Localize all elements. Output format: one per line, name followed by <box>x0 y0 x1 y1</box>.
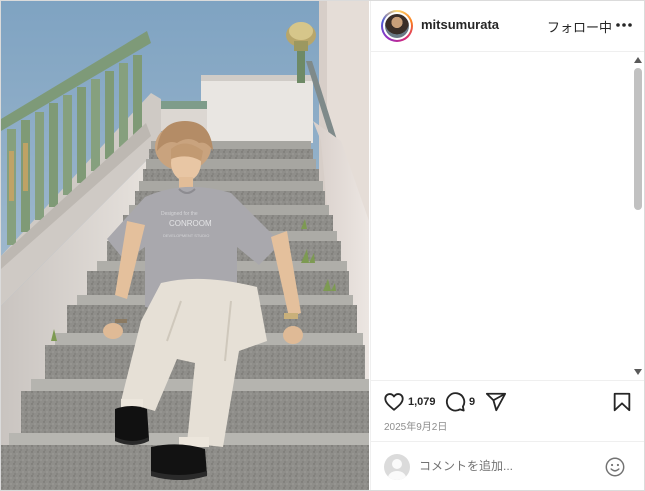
post-photo[interactable]: CONROOM Designed for the DEVELOPMENT STU… <box>1 1 369 490</box>
post-actions: 1,079 9 2025年9月2日 <box>371 381 644 442</box>
svg-text:DEVELOPMENT STUDIO: DEVELOPMENT STUDIO <box>163 233 209 238</box>
photo-illustration: CONROOM Designed for the DEVELOPMENT STU… <box>1 1 369 490</box>
post-header: mitsumurata フォロー中 <box>371 1 644 52</box>
svg-text:Designed for the: Designed for the <box>161 211 198 217</box>
svg-text:CONROOM: CONROOM <box>169 219 212 228</box>
bookmark-icon[interactable] <box>611 391 633 413</box>
comment-input[interactable] <box>419 456 594 476</box>
scroll-up-arrow-icon[interactable] <box>634 57 642 63</box>
comments-area[interactable] <box>371 52 644 381</box>
more-horizontal-icon[interactable] <box>614 15 634 35</box>
username-link[interactable]: mitsumurata <box>421 17 499 32</box>
comment-composer <box>371 442 644 490</box>
post-side-panel: mitsumurata フォロー中 1,079 9 2025年9月2日 コメント… <box>370 1 644 490</box>
scrollbar-thumb[interactable] <box>634 68 642 210</box>
comment-bubble-icon[interactable] <box>444 391 466 413</box>
paper-plane-icon[interactable] <box>485 391 507 413</box>
avatar-image <box>385 14 409 38</box>
smiley-icon[interactable] <box>604 456 626 478</box>
default-user-icon <box>388 459 406 480</box>
like-count[interactable]: 1,079 <box>408 396 436 408</box>
instagram-embed: CONROOM Designed for the DEVELOPMENT STU… <box>0 0 645 491</box>
comments-scrollbar[interactable] <box>631 52 644 380</box>
current-user-avatar <box>384 454 410 480</box>
post-date[interactable]: 2025年9月2日 <box>384 418 447 433</box>
avatar[interactable] <box>381 10 413 42</box>
comment-count[interactable]: 9 <box>469 396 475 408</box>
heart-icon[interactable] <box>383 391 405 413</box>
following-button[interactable]: フォロー中 <box>547 17 612 36</box>
scroll-down-arrow-icon[interactable] <box>634 369 642 375</box>
